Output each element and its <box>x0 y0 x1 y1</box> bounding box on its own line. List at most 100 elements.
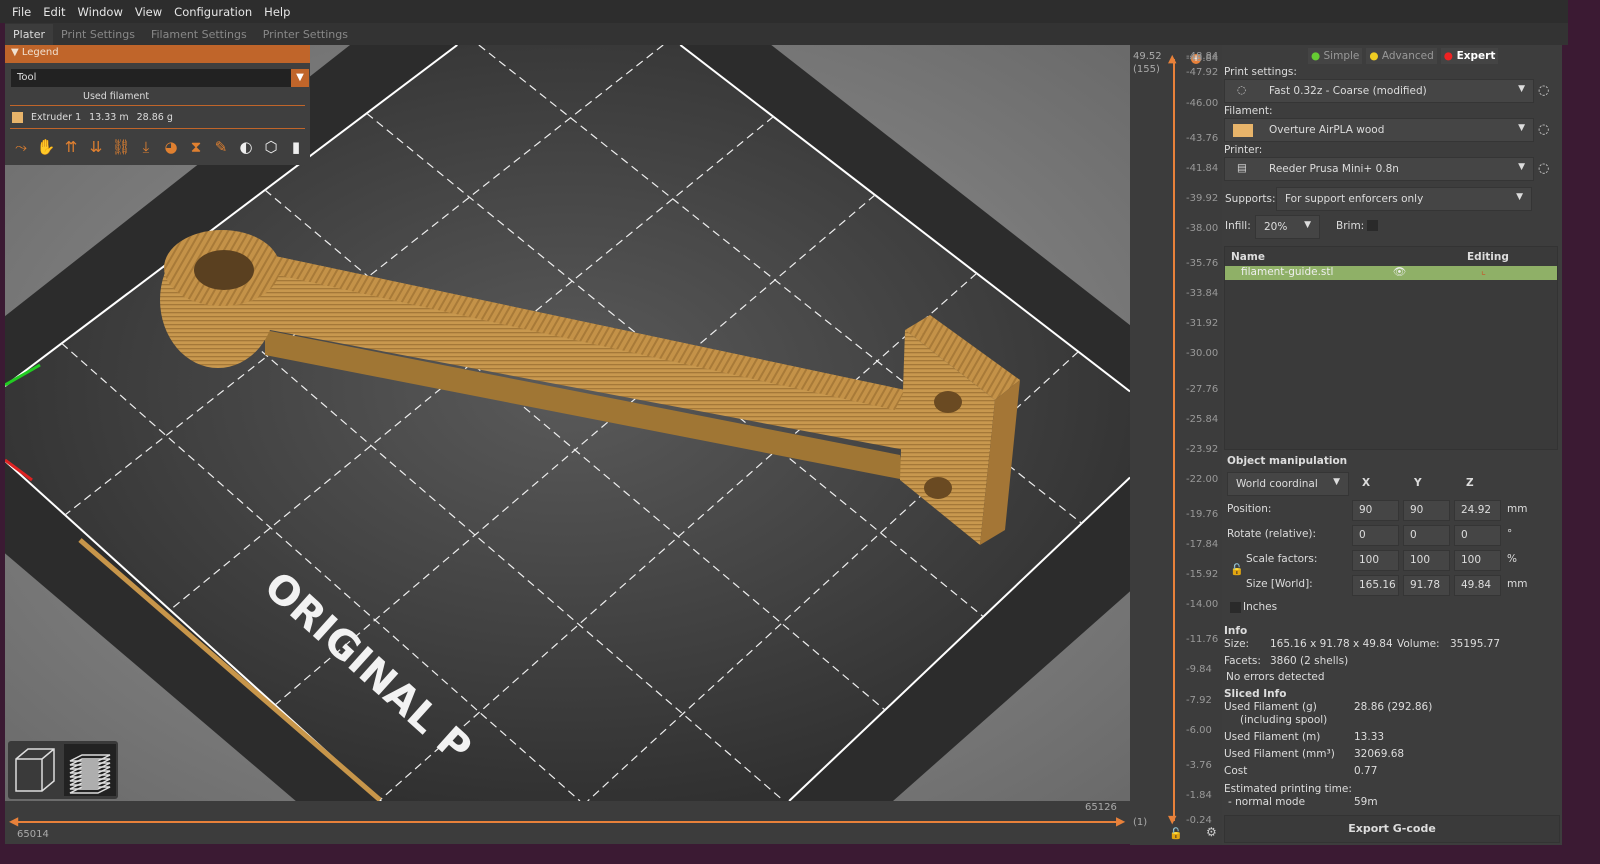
mode-expert-label: Expert <box>1456 50 1496 62</box>
mode-advanced-button[interactable]: ● Advanced <box>1366 48 1437 64</box>
editing-icon[interactable]: ⌞ <box>1481 265 1486 277</box>
pause-icon[interactable]: ⧗ <box>186 137 206 157</box>
vertical-layer-slider[interactable]: 49.52 (155) (1) ▲ + ▼ 🔓 ⚙ -48.84 -47.92 -4… <box>1130 45 1222 845</box>
3d-view-button[interactable] <box>10 744 62 796</box>
menu-edit[interactable]: Edit <box>43 5 65 19</box>
extruder-color-swatch <box>12 111 23 123</box>
eye-icon[interactable]: 👁 <box>1393 265 1406 278</box>
vslider-bottom-thumb[interactable]: ▼ <box>1168 813 1176 826</box>
sliced-row-value: 28.86 (292.86) <box>1354 701 1433 713</box>
position-z-input[interactable]: 24.92 <box>1454 500 1501 521</box>
chevron-down-icon: ▼ <box>1518 84 1525 94</box>
hslider-right-thumb[interactable]: ▶ <box>1116 814 1125 828</box>
printer-value: Reeder Prusa Mini+ 0.8n <box>1269 163 1399 175</box>
brim-checkbox[interactable] <box>1367 220 1378 231</box>
hslider-left-value: 65014 <box>17 829 49 840</box>
scale-x-input[interactable]: 100 <box>1352 550 1399 571</box>
info-facets-value: 3860 (2 shells) <box>1270 655 1349 667</box>
vslider-top-thumb[interactable]: ▲ <box>1168 52 1176 65</box>
cog-icon[interactable]: ⚙ <box>1206 825 1217 839</box>
layer-tick-label: -35.76 <box>1186 258 1219 270</box>
menu-window[interactable]: Window <box>78 5 123 19</box>
sliced-row-value: 59m <box>1354 796 1378 808</box>
hslider-left-thumb[interactable]: ◀ <box>9 814 18 828</box>
inches-checkbox[interactable] <box>1230 602 1241 613</box>
tool-marker-icon[interactable]: ▮ <box>286 137 306 157</box>
scale-z-input[interactable]: 100 <box>1454 550 1501 571</box>
tab-print-settings[interactable]: Print Settings <box>53 24 143 45</box>
export-gcode-label: Export G-code <box>1348 822 1436 835</box>
legend-panel: ▼ Legend Tool ▼ Used filament Extruder 1 … <box>5 45 310 165</box>
scale-unit: % <box>1507 553 1517 565</box>
travel-icon[interactable]: ⤳ <box>11 137 31 157</box>
layer-tick-label: -11.76 <box>1186 634 1219 646</box>
position-y-input[interactable]: 90 <box>1403 500 1450 521</box>
tab-plater[interactable]: Plater <box>5 24 54 45</box>
menu-configuration[interactable]: Configuration <box>174 5 252 19</box>
custom-gcode-icon[interactable]: ✎ <box>211 137 231 157</box>
edit-printer-icon[interactable]: ◌ <box>1538 161 1549 176</box>
retractions-icon[interactable]: ⇈ <box>61 137 81 157</box>
size-y-input[interactable]: 91.78 <box>1403 575 1450 596</box>
tab-printer-settings[interactable]: Printer Settings <box>255 24 356 45</box>
rotate-z-input[interactable]: 0 <box>1454 525 1501 546</box>
color-changes-icon[interactable]: ◕ <box>161 137 181 157</box>
lock-icon[interactable]: 🔓 <box>1169 827 1183 840</box>
edit-preset-icon[interactable]: ◌ <box>1538 83 1549 98</box>
tool-changes-icon[interactable]: ⤓ <box>136 137 156 157</box>
coordinate-system-combo[interactable]: World coordinal ▼ <box>1227 472 1349 496</box>
vslider-top-right-value: -48.84 <box>1186 51 1219 62</box>
legend-row-extruder-1: Extruder 1 13.33 m 28.86 g <box>10 105 305 129</box>
seams-icon[interactable]: ⛓ <box>111 137 131 157</box>
size-x-input[interactable]: 165.16 <box>1352 575 1399 596</box>
yellow-dot-icon: ● <box>1369 50 1379 62</box>
scale-y-input[interactable]: 100 <box>1403 550 1450 571</box>
printer-combo[interactable]: ▤ Reeder Prusa Mini+ 0.8n ▼ <box>1224 157 1534 181</box>
layer-tick-label: -19.76 <box>1186 508 1219 520</box>
legend-header[interactable]: ▼ Legend <box>5 45 310 63</box>
position-x-input[interactable]: 90 <box>1352 500 1399 521</box>
wipe-icon[interactable]: ✋ <box>36 137 56 157</box>
brim-label: Brim: <box>1336 220 1365 232</box>
print-settings-value: Fast 0.32z - Coarse (modified) <box>1269 85 1427 97</box>
edit-filament-icon[interactable]: ◌ <box>1538 122 1549 137</box>
size-unit: mm <box>1507 578 1528 590</box>
info-errors: No errors detected <box>1226 671 1325 683</box>
menu-bar: File Edit Window View Configuration Help <box>0 0 1568 23</box>
supports-combo[interactable]: For support enforcers only ▼ <box>1276 187 1532 211</box>
menu-help[interactable]: Help <box>264 5 290 19</box>
filament-combo[interactable]: Overture AirPLA wood ▼ <box>1224 118 1534 142</box>
menu-view[interactable]: View <box>135 5 162 19</box>
object-row[interactable]: filament-guide.stl 👁 ⌞ <box>1225 265 1557 280</box>
layer-tick-label: -25.84 <box>1186 413 1219 425</box>
export-gcode-button[interactable]: Export G-code <box>1224 815 1560 843</box>
print-settings-combo[interactable]: ◌ Fast 0.32z - Coarse (modified) ▼ <box>1224 79 1534 103</box>
view-type-select[interactable]: Tool ▼ <box>11 69 309 87</box>
layer-tick-label: -6.00 <box>1186 724 1212 736</box>
mode-simple-button[interactable]: ● Simple <box>1308 48 1363 64</box>
mode-expert-button[interactable]: ● Expert <box>1440 48 1499 64</box>
filament-label: Filament: <box>1224 105 1273 117</box>
horizontal-move-slider[interactable]: 65014 65126 ◀ ▶ <box>5 801 1130 844</box>
infill-combo[interactable]: 20% ▼ <box>1255 215 1320 239</box>
scale-lock-icon[interactable]: 🔓 <box>1230 563 1244 576</box>
sliced-row-label: Cost <box>1224 765 1248 777</box>
deretractions-icon[interactable]: ⇊ <box>86 137 106 157</box>
extruder-length: 13.33 m <box>89 111 129 123</box>
printer-label: Printer: <box>1224 144 1263 156</box>
vslider-top-layer: (155) <box>1133 64 1160 75</box>
tab-bar: Plater Print Settings Filament Settings … <box>5 23 1568 45</box>
inches-label: Inches <box>1243 601 1278 613</box>
preview-button[interactable] <box>64 744 116 796</box>
rotate-y-input[interactable]: 0 <box>1403 525 1450 546</box>
size-z-input[interactable]: 49.84 <box>1454 575 1501 596</box>
vslider-top-value: 49.52 <box>1133 51 1162 62</box>
rotate-x-input[interactable]: 0 <box>1352 525 1399 546</box>
rotate-unit: ° <box>1507 528 1513 540</box>
center-of-gravity-icon[interactable]: ◐ <box>236 137 256 157</box>
menu-file[interactable]: File <box>12 5 31 19</box>
filament-value: Overture AirPLA wood <box>1269 124 1385 136</box>
tab-filament-settings[interactable]: Filament Settings <box>143 24 255 45</box>
legend-title: Legend <box>21 47 59 58</box>
shells-icon[interactable]: ⬡ <box>261 137 281 157</box>
